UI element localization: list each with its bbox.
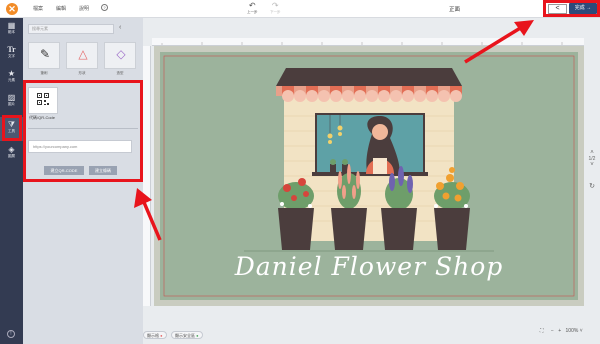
annotation-arrows [134, 20, 534, 241]
